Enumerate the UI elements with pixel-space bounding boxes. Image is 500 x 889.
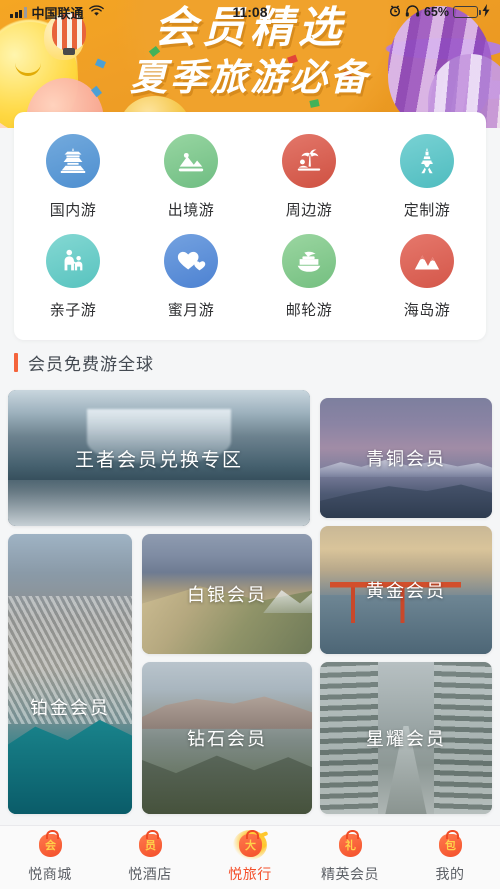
app-root: 会员精选 夏季旅游必备 中国联通 11:08 65% 国内游 出境游 周边游 定… — [0, 0, 500, 889]
eiffel-tower-icon — [400, 134, 454, 188]
money-bag-icon: 礼 — [335, 830, 365, 859]
quick-nav-label: 出境游 — [167, 202, 215, 219]
tab-mall[interactable]: 会 悦商城 — [0, 826, 100, 889]
tab-badge: 员 — [145, 840, 156, 852]
cruise-ship-icon — [282, 234, 336, 288]
tab-badge: 包 — [445, 840, 456, 852]
wifi-icon — [88, 5, 104, 19]
mountain-photo-icon — [164, 134, 218, 188]
money-bag-icon: 员 — [135, 830, 165, 859]
member-card-star[interactable]: 星耀会员 — [320, 662, 492, 814]
member-card-king[interactable]: 王者会员兑换专区 — [8, 390, 310, 526]
tab-label: 悦商城 — [28, 866, 72, 882]
card-label: 星耀会员 — [366, 729, 446, 749]
island-peaks-icon — [400, 234, 454, 288]
card-label: 铂金会员 — [30, 698, 110, 718]
quick-nav-item-honeymoon[interactable]: 蜜月游 — [132, 226, 250, 326]
member-card-gold[interactable]: 黄金会员 — [320, 526, 492, 654]
tab-label: 悦旅行 — [228, 866, 272, 882]
signal-icon — [10, 6, 27, 18]
quick-nav-label: 国内游 — [49, 202, 97, 219]
member-card-diamond[interactable]: 钻石会员 — [142, 662, 312, 814]
tab-hotel[interactable]: 员 悦酒店 — [100, 826, 200, 889]
confetti-icon — [340, 69, 353, 82]
tab-elite-member[interactable]: 礼 精英会员 — [300, 826, 400, 889]
quick-nav-item-nearby[interactable]: 周边游 — [250, 126, 368, 226]
quick-nav-row-2: 亲子游 蜜月游 邮轮游 海岛游 — [14, 226, 486, 326]
money-bag-icon: 会 — [35, 830, 65, 859]
card-label: 黄金会员 — [366, 581, 446, 601]
carrier-label: 中国联通 — [31, 5, 84, 21]
pagoda-icon — [46, 134, 100, 188]
member-card-platinum[interactable]: 铂金会员 — [8, 534, 132, 814]
money-bag-glow-icon: 大 — [233, 830, 267, 860]
member-card-silver[interactable]: 白银会员 — [142, 534, 312, 654]
quick-nav-item-island[interactable]: 海岛游 — [368, 226, 486, 326]
tab-badge: 大 — [245, 840, 256, 852]
tab-badge: 礼 — [345, 840, 356, 852]
quick-nav-label: 定制游 — [403, 202, 451, 219]
quick-nav-label: 蜜月游 — [167, 302, 215, 319]
charging-icon — [482, 4, 490, 20]
tab-label: 悦酒店 — [128, 866, 172, 882]
confetti-icon — [309, 99, 320, 108]
location-arrow-icon — [372, 4, 385, 20]
card-label: 白银会员 — [187, 585, 267, 605]
quick-nav-row-1: 国内游 出境游 周边游 定制游 — [14, 126, 486, 226]
quick-nav-label: 亲子游 — [49, 302, 97, 319]
section-title: 会员免费游全球 — [28, 354, 154, 374]
headphones-icon — [405, 4, 420, 20]
member-card-grid: 王者会员兑换专区 青铜会员 铂金会员 白银会员 黄金会员 钻石会员 星耀会员 — [8, 390, 492, 822]
section-header: 会员免费游全球 — [0, 347, 500, 377]
member-card-bronze[interactable]: 青铜会员 — [320, 398, 492, 518]
quick-nav-item-domestic[interactable]: 国内游 — [14, 126, 132, 226]
hearts-icon — [164, 234, 218, 288]
quick-nav-label: 海岛游 — [403, 302, 451, 319]
parent-child-icon — [46, 234, 100, 288]
bottom-tab-bar: 会 悦商城 员 悦酒店 大 悦旅行 礼 精英会员 包 我的 — [0, 825, 500, 889]
section-accent-bar — [14, 352, 18, 372]
tab-travel[interactable]: 大 悦旅行 — [200, 826, 300, 889]
quick-nav-panel: 国内游 出境游 周边游 定制游 亲子游 蜜月游 邮轮游 海岛游 — [14, 112, 486, 340]
tab-label: 我的 — [435, 866, 465, 882]
status-right: 65% — [372, 4, 490, 20]
palm-beach-icon — [282, 134, 336, 188]
status-left: 中国联通 — [10, 3, 104, 22]
card-label: 青铜会员 — [366, 449, 446, 469]
quick-nav-label: 周边游 — [285, 202, 333, 219]
tab-label: 精英会员 — [321, 866, 379, 882]
battery-percent-label: 65% — [423, 5, 449, 19]
quick-nav-item-family[interactable]: 亲子游 — [14, 226, 132, 326]
confetti-icon — [94, 58, 107, 69]
quick-nav-item-cruise[interactable]: 邮轮游 — [250, 226, 368, 326]
alarm-icon — [389, 4, 401, 20]
money-bag-icon: 包 — [435, 830, 465, 859]
quick-nav-label: 邮轮游 — [285, 302, 333, 319]
battery-icon — [453, 6, 481, 18]
card-label: 王者会员兑换专区 — [74, 449, 243, 471]
tab-badge: 会 — [45, 840, 56, 852]
status-bar: 中国联通 11:08 65% — [0, 0, 500, 24]
card-label: 钻石会员 — [187, 729, 267, 749]
confetti-icon — [287, 54, 298, 65]
quick-nav-item-outbound[interactable]: 出境游 — [132, 126, 250, 226]
tab-mine[interactable]: 包 我的 — [400, 826, 500, 889]
card-photo — [8, 534, 132, 814]
quick-nav-item-custom[interactable]: 定制游 — [368, 126, 486, 226]
confetti-icon — [148, 45, 161, 58]
